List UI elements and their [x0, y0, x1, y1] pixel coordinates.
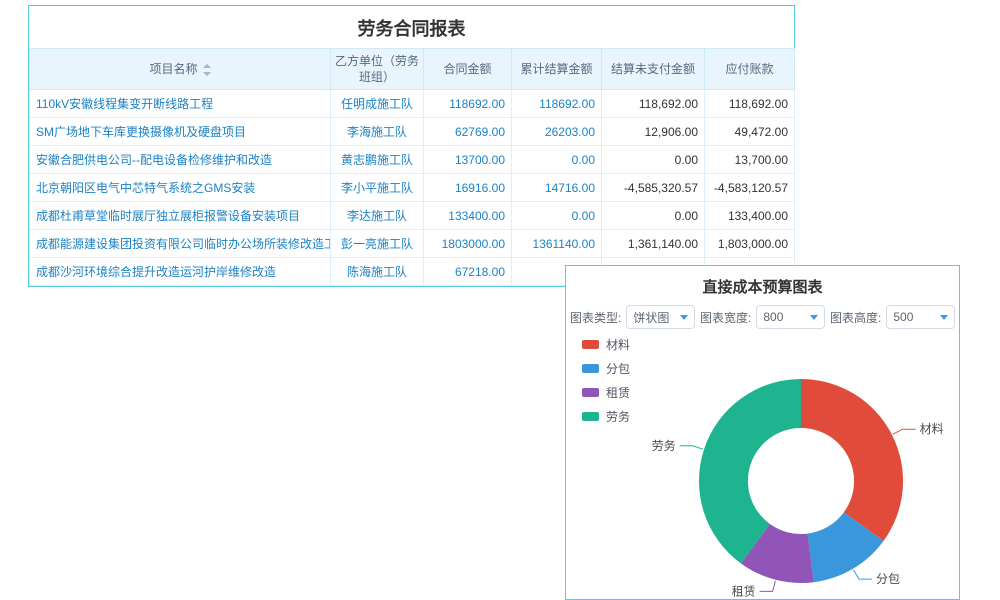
contract-amount-cell: 1803000.00	[424, 230, 512, 258]
labor-contract-report-panel: 劳务合同报表 项目名称 乙方单位（劳务班组） 合同金额 累计结算金额 结算未支付…	[28, 5, 795, 287]
payable-cell: 118,692.00	[705, 90, 795, 118]
project-name-cell[interactable]: 110kV安徽线程集变开断线路工程	[30, 90, 331, 118]
contractor-cell: 李小平施工队	[331, 174, 424, 202]
table-row: 110kV安徽线程集变开断线路工程任明成施工队118692.00118692.0…	[30, 90, 795, 118]
direct-cost-budget-chart-panel: 直接成本预算图表 图表类型: 饼状图 图表宽度: 800 图表高度: 500 材…	[565, 265, 960, 600]
chart-type-value: 饼状图	[633, 309, 669, 326]
contract-amount-cell: 118692.00	[424, 90, 512, 118]
column-header-contractor: 乙方单位（劳务班组）	[331, 49, 424, 90]
legend-marker-icon	[582, 388, 599, 397]
contract-amount-cell: 16916.00	[424, 174, 512, 202]
chart-height-value: 500	[893, 310, 913, 324]
column-header-settled-amount: 累计结算金额	[512, 49, 602, 90]
settled-amount-cell: 0.00	[512, 146, 602, 174]
project-name-cell[interactable]: 北京朝阳区电气中芯特气系统之GMS安装	[30, 174, 331, 202]
pie-label: 租赁	[732, 584, 756, 598]
report-table-body: 110kV安徽线程集变开断线路工程任明成施工队118692.00118692.0…	[30, 90, 795, 286]
legend-marker-icon	[582, 340, 599, 349]
column-header-project-label: 项目名称	[149, 62, 197, 76]
unpaid-amount-cell: 0.00	[602, 202, 705, 230]
payable-cell: 133,400.00	[705, 202, 795, 230]
contractor-cell: 李达施工队	[331, 202, 424, 230]
table-row: SM广场地下车库更换摄像机及硬盘项目李海施工队62769.0026203.001…	[30, 118, 795, 146]
unpaid-amount-cell: 12,906.00	[602, 118, 705, 146]
contract-amount-cell: 133400.00	[424, 202, 512, 230]
project-name-cell[interactable]: 成都能源建设集团投资有限公司临时办公场所装修改造工程EPC	[30, 230, 331, 258]
payable-cell: 49,472.00	[705, 118, 795, 146]
settled-amount-cell: 26203.00	[512, 118, 602, 146]
sort-icon[interactable]	[203, 64, 211, 76]
legend-item-租赁[interactable]: 租赁	[582, 384, 630, 401]
legend-item-劳务[interactable]: 劳务	[582, 408, 630, 425]
legend-item-材料[interactable]: 材料	[582, 336, 630, 353]
legend-marker-icon	[582, 364, 599, 373]
settled-amount-cell: 0.00	[512, 202, 602, 230]
table-row: 北京朝阳区电气中芯特气系统之GMS安装李小平施工队16916.0014716.0…	[30, 174, 795, 202]
payable-cell: 13,700.00	[705, 146, 795, 174]
report-title: 劳务合同报表	[29, 6, 794, 48]
contractor-cell: 任明成施工队	[331, 90, 424, 118]
project-name-cell[interactable]: 成都杜甫草堂临时展厅独立展柜报警设备安装项目	[30, 202, 331, 230]
payable-cell: 1,803,000.00	[705, 230, 795, 258]
table-row: 成都杜甫草堂临时展厅独立展柜报警设备安装项目李达施工队133400.000.00…	[30, 202, 795, 230]
settled-amount-cell: 118692.00	[512, 90, 602, 118]
pie-label: 分包	[876, 572, 900, 586]
unpaid-amount-cell: 118,692.00	[602, 90, 705, 118]
chart-title: 直接成本预算图表	[566, 266, 959, 305]
chevron-down-icon	[680, 315, 688, 320]
chart-width-value: 800	[763, 310, 783, 324]
chart-type-label: 图表类型:	[570, 309, 621, 326]
chart-width-label: 图表宽度:	[700, 309, 751, 326]
pie-label: 材料	[920, 422, 944, 436]
legend-marker-icon	[582, 412, 599, 421]
table-row: 成都能源建设集团投资有限公司临时办公场所装修改造工程EPC彭一亮施工队18030…	[30, 230, 795, 258]
contractor-cell: 李海施工队	[331, 118, 424, 146]
unpaid-amount-cell: -4,585,320.57	[602, 174, 705, 202]
pie-label-line	[680, 446, 703, 449]
contract-amount-cell: 13700.00	[424, 146, 512, 174]
column-header-contract-amount: 合同金额	[424, 49, 512, 90]
unpaid-amount-cell: 1,361,140.00	[602, 230, 705, 258]
legend-item-分包[interactable]: 分包	[582, 360, 630, 377]
project-name-cell[interactable]: 安徽合肥供电公司--配电设备检修维护和改造	[30, 146, 331, 174]
legend-label: 材料	[606, 336, 630, 353]
report-table: 项目名称 乙方单位（劳务班组） 合同金额 累计结算金额 结算未支付金额 应付账款…	[29, 48, 795, 286]
contract-amount-cell: 62769.00	[424, 118, 512, 146]
settled-amount-cell: 1361140.00	[512, 230, 602, 258]
table-header-row: 项目名称 乙方单位（劳务班组） 合同金额 累计结算金额 结算未支付金额 应付账款	[30, 49, 795, 90]
project-name-cell[interactable]: 成都沙河环境综合提升改造运河护岸维修改造	[30, 258, 331, 286]
contractor-cell: 彭一亮施工队	[331, 230, 424, 258]
legend-label: 租赁	[606, 384, 630, 401]
contractor-cell: 黄志鹏施工队	[331, 146, 424, 174]
pie-label-line	[893, 429, 916, 434]
contract-amount-cell: 67218.00	[424, 258, 512, 286]
pie-slice-材料[interactable]	[801, 379, 903, 541]
settled-amount-cell: 14716.00	[512, 174, 602, 202]
project-name-cell[interactable]: SM广场地下车库更换摄像机及硬盘项目	[30, 118, 331, 146]
unpaid-amount-cell: 0.00	[602, 146, 705, 174]
pie-label: 劳务	[652, 438, 676, 453]
chevron-down-icon	[940, 315, 948, 320]
column-header-unpaid-amount: 结算未支付金额	[602, 49, 705, 90]
pie-label-line	[760, 581, 776, 592]
chart-legend: 材料分包租赁劳务	[582, 336, 630, 432]
chevron-down-icon	[810, 315, 818, 320]
pie-label-line	[853, 570, 872, 579]
legend-label: 分包	[606, 360, 630, 377]
legend-label: 劳务	[606, 408, 630, 425]
payable-cell: -4,583,120.57	[705, 174, 795, 202]
column-header-payable: 应付账款	[705, 49, 795, 90]
chart-height-label: 图表高度:	[830, 309, 881, 326]
contractor-cell: 陈海施工队	[331, 258, 424, 286]
table-row: 安徽合肥供电公司--配电设备检修维护和改造黄志鹏施工队13700.000.000…	[30, 146, 795, 174]
column-header-project[interactable]: 项目名称	[30, 49, 331, 90]
